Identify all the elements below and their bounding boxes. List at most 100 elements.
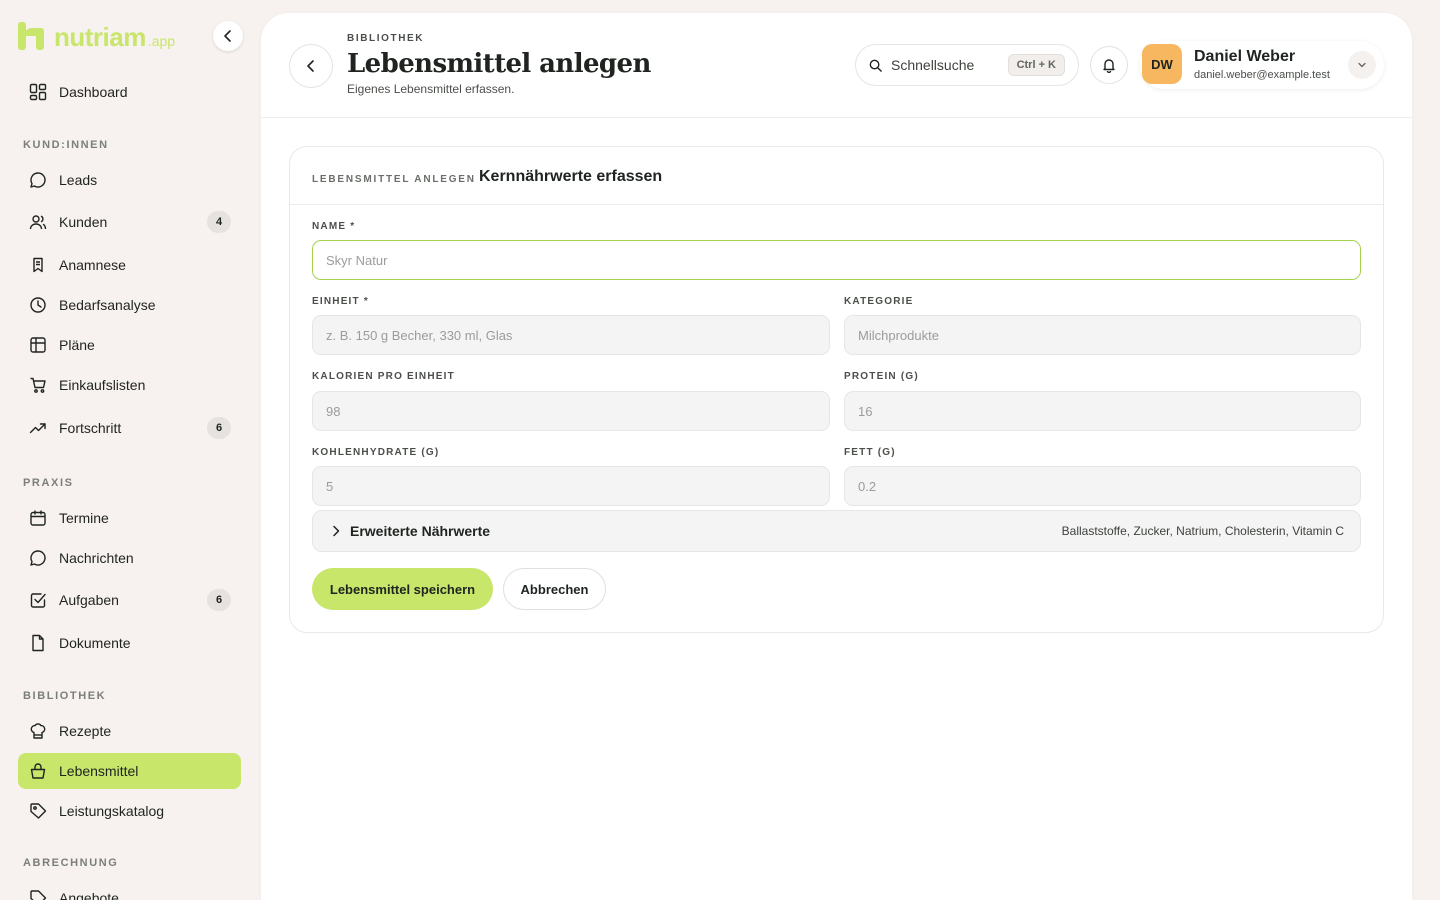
basket-icon: [28, 761, 48, 781]
sidebar-item-rezepte[interactable]: Rezepte: [18, 713, 241, 749]
tag-icon: [28, 801, 48, 821]
category-label: KATEGORIE: [844, 296, 914, 307]
trending-icon: [28, 418, 48, 438]
count-badge: 4: [207, 211, 231, 233]
sidebar-item-label: Angebote: [59, 890, 119, 900]
main-panel: BIBLIOTHEK Lebensmittel anlegen Eigenes …: [261, 13, 1412, 900]
sidebar-item-label: Nachrichten: [59, 550, 134, 566]
sidebar-item-label: Bedarfsanalyse: [59, 297, 156, 313]
unit-label: EINHEIT *: [312, 296, 369, 307]
table-icon: [28, 335, 48, 355]
search-label: Schnellsuche: [891, 57, 975, 73]
back-button[interactable]: [289, 44, 333, 88]
cancel-button[interactable]: Abbrechen: [503, 568, 606, 610]
keyboard-shortcut: Ctrl + K: [1007, 54, 1065, 76]
sidebar-item-label: Anamnese: [59, 257, 126, 273]
sidebar: nutriam .app Dashboard KUND:INNEN Leads …: [0, 0, 260, 900]
name-label: NAME *: [312, 221, 356, 232]
fat-field[interactable]: [844, 466, 1361, 506]
checkbox-icon: [28, 590, 48, 610]
calories-field[interactable]: [312, 391, 830, 431]
protein-label: PROTEIN (G): [844, 371, 919, 382]
calendar-icon: [28, 508, 48, 528]
save-food-button[interactable]: Lebensmittel speichern: [312, 568, 493, 610]
sidebar-item-label: Lebensmittel: [59, 763, 139, 779]
brand-suffix: .app: [147, 33, 176, 49]
sidebar-item-label: Dokumente: [59, 635, 131, 651]
chef-hat-icon: [28, 721, 48, 741]
breadcrumb: BIBLIOTHEK: [347, 33, 425, 44]
sidebar-item-plaene[interactable]: Pläne: [18, 327, 241, 363]
sidebar-item-bedarfsanalyse[interactable]: Bedarfsanalyse: [18, 287, 241, 323]
sidebar-item-fortschritt[interactable]: Fortschritt 6: [18, 410, 241, 446]
unit-field[interactable]: [312, 315, 830, 355]
search-icon: [869, 59, 882, 72]
bell-icon: [1103, 59, 1115, 73]
sidebar-item-label: Fortschritt: [59, 420, 122, 436]
sidebar-item-dokumente[interactable]: Dokumente: [18, 625, 241, 661]
fat-label: FETT (G): [844, 447, 896, 458]
logo-mark-icon: [18, 22, 46, 50]
sidebar-item-lebensmittel[interactable]: Lebensmittel: [18, 753, 241, 789]
carbs-field[interactable]: [312, 466, 830, 506]
dashboard-icon: [28, 82, 48, 102]
advanced-nutrients-toggle[interactable]: Erweiterte Nährwerte Ballaststoffe, Zuck…: [312, 510, 1361, 552]
chevron-down-icon: [1348, 51, 1376, 79]
sidebar-item-leistungskatalog[interactable]: Leistungskatalog: [18, 793, 241, 829]
sidebar-collapse-button[interactable]: [213, 21, 243, 51]
sidebar-item-anamnese[interactable]: Anamnese: [18, 247, 241, 283]
sidebar-item-einkaufslisten[interactable]: Einkaufslisten: [18, 367, 241, 403]
form-header: LEBENSMITTEL ANLEGEN Kernnährwerte erfas…: [290, 147, 1383, 205]
sidebar-item-label: Termine: [59, 510, 109, 526]
carbs-label: KOHLENHYDRATE (G): [312, 447, 440, 458]
sidebar-item-nachrichten[interactable]: Nachrichten: [18, 540, 241, 576]
advanced-nutrients-title: Erweiterte Nährwerte: [350, 523, 491, 539]
sidebar-item-label: Aufgaben: [59, 592, 119, 608]
calories-label: KALORIEN PRO EINHEIT: [312, 371, 455, 382]
sidebar-section-title: KUND:INNEN: [23, 139, 109, 151]
sidebar-section-title: BIBLIOTHEK: [23, 690, 107, 702]
category-field[interactable]: [844, 315, 1361, 355]
avatar: DW: [1142, 44, 1182, 84]
document-icon: [28, 633, 48, 653]
name-field[interactable]: [312, 240, 1361, 280]
sidebar-item-termine[interactable]: Termine: [18, 500, 241, 536]
form-title: Kernnährwerte erfassen: [479, 168, 663, 185]
sidebar-item-label: Einkaufslisten: [59, 377, 146, 393]
sidebar-section-title: PRAXIS: [23, 477, 74, 489]
page-subtitle: Eigenes Lebensmittel erfassen.: [347, 82, 515, 96]
sidebar-section-title: ABRECHNUNG: [23, 857, 119, 869]
chevron-left-icon: [224, 30, 231, 42]
sidebar-item-label: Dashboard: [59, 84, 128, 100]
sidebar-item-leads[interactable]: Leads: [18, 162, 241, 198]
user-menu[interactable]: DW Daniel Weber daniel.weber@example.tes…: [1140, 41, 1384, 89]
clock-icon: [28, 295, 48, 315]
chevron-left-icon: [307, 60, 314, 72]
users-icon: [28, 212, 48, 232]
sidebar-item-kunden[interactable]: Kunden 4: [18, 204, 241, 240]
sidebar-item-label: Leads: [59, 172, 98, 188]
clipboard-icon: [28, 255, 48, 275]
notifications-button[interactable]: [1090, 46, 1128, 84]
sidebar-item-angebote[interactable]: Angebote: [18, 880, 241, 900]
food-form-card: LEBENSMITTEL ANLEGEN Kernnährwerte erfas…: [289, 146, 1384, 633]
protein-field[interactable]: [844, 391, 1361, 431]
page-header: BIBLIOTHEK Lebensmittel anlegen Eigenes …: [261, 13, 1412, 118]
brand-name: nutriam: [54, 22, 146, 52]
sidebar-item-aufgaben[interactable]: Aufgaben 6: [18, 582, 241, 618]
cart-icon: [28, 375, 48, 395]
quick-search[interactable]: Schnellsuche Ctrl + K: [855, 44, 1079, 86]
brand-logo[interactable]: nutriam .app: [18, 20, 175, 50]
page-title: Lebensmittel anlegen: [347, 49, 651, 79]
sidebar-item-label: Leistungskatalog: [59, 803, 165, 819]
sidebar-item-dashboard[interactable]: Dashboard: [18, 74, 241, 110]
advanced-nutrients-hint: Ballaststoffe, Zucker, Natrium, Choleste…: [1061, 524, 1344, 538]
message-icon: [28, 548, 48, 568]
form-eyebrow: LEBENSMITTEL ANLEGEN: [312, 174, 476, 185]
chevron-right-icon: [327, 522, 345, 540]
sidebar-item-label: Pläne: [59, 337, 95, 353]
user-name: Daniel Weber: [1194, 48, 1296, 65]
offer-icon: [28, 888, 48, 900]
sidebar-item-label: Kunden: [59, 214, 108, 230]
user-email: daniel.weber@example.test: [1194, 69, 1330, 81]
